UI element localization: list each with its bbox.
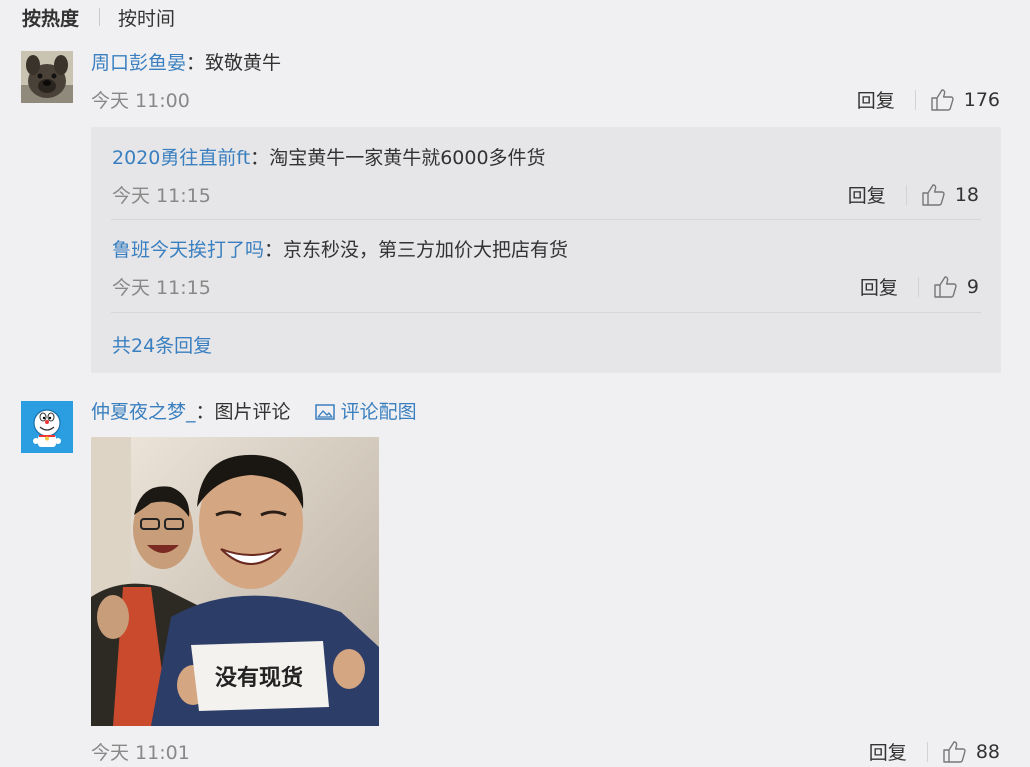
reply-button[interactable]: 回复	[857, 86, 895, 113]
comment-username[interactable]: 周口彭鱼晏	[91, 52, 186, 74]
comment-text: 致敬黄牛	[205, 52, 282, 74]
reply-box: 2020勇往直前ft：淘宝黄牛一家黄牛就6000多件货 今天 11:15 回复 …	[91, 127, 1001, 373]
reply-text: 京东秒没，第三方加价大把店有货	[283, 239, 569, 261]
reply-username[interactable]: 2020勇往直前ft	[112, 147, 250, 169]
reply-content: 鲁班今天挨打了吗：京东秒没，第三方加价大把店有货	[112, 235, 568, 262]
comment-image-link[interactable]: 评论配图	[314, 401, 417, 423]
action-divider	[917, 276, 919, 297]
comment-actions: 回复 88	[869, 738, 1000, 765]
sort-bar: 按热度 按时间	[22, 4, 175, 30]
like-count: 176	[963, 88, 1000, 111]
reply-divider	[111, 312, 981, 313]
action-divider	[926, 741, 928, 762]
reply-actions: 回复 18	[848, 181, 979, 208]
comment-photo-image: 没有现货	[91, 437, 379, 726]
like-count: 18	[954, 183, 979, 206]
avatar[interactable]	[21, 401, 73, 453]
reply-time: 今天 11:15	[112, 277, 211, 299]
reply-time: 今天 11:15	[112, 185, 211, 207]
picture-icon	[314, 404, 335, 420]
doraemon-avatar-icon	[21, 401, 73, 453]
reply-actions: 回复 9	[860, 273, 979, 300]
colon: ：	[250, 147, 270, 169]
like-count: 88	[975, 740, 1000, 763]
sort-by-hot-tab[interactable]: 按热度	[22, 4, 79, 31]
reply-divider	[111, 219, 981, 220]
thumbs-up-icon[interactable]	[930, 88, 954, 112]
thumbs-up-icon[interactable]	[942, 740, 966, 764]
like-count: 9	[966, 275, 979, 298]
reply-button[interactable]: 回复	[848, 181, 886, 208]
colon: ：	[186, 52, 206, 74]
comment-content: 周口彭鱼晏：致敬黄牛	[91, 48, 281, 75]
action-divider	[914, 89, 916, 110]
comment-image-label: 评论配图	[340, 401, 417, 423]
more-replies-link[interactable]: 共24条回复	[112, 331, 212, 358]
comment-username[interactable]: 仲夏夜之梦_	[91, 401, 196, 423]
comment-time: 今天 11:01	[91, 742, 190, 764]
colon: ：	[195, 401, 215, 423]
reply-text: 淘宝黄牛一家黄牛就6000多件货	[269, 147, 546, 169]
sort-by-time-tab[interactable]: 按时间	[118, 4, 175, 31]
comment-time: 今天 11:00	[91, 90, 190, 112]
reply-button[interactable]: 回复	[869, 738, 907, 765]
colon: ：	[264, 239, 284, 261]
reply-username[interactable]: 鲁班今天挨打了吗	[112, 239, 264, 261]
action-divider	[905, 184, 907, 205]
thumbs-up-icon[interactable]	[921, 183, 945, 207]
sort-divider	[99, 8, 101, 26]
comment-content: 仲夏夜之梦_：图片评论 评论配图	[91, 397, 417, 424]
thumbs-up-icon[interactable]	[933, 275, 957, 299]
comment-text: 图片评论	[214, 401, 291, 423]
reply-button[interactable]: 回复	[860, 273, 898, 300]
comment-actions: 回复 176	[857, 86, 1000, 113]
dog-avatar-icon	[21, 51, 73, 103]
comment-photo[interactable]: 没有现货	[91, 437, 379, 726]
avatar[interactable]	[21, 51, 73, 103]
reply-content: 2020勇往直前ft：淘宝黄牛一家黄牛就6000多件货	[112, 143, 546, 170]
photo-sign-text: 没有现货	[215, 665, 303, 691]
